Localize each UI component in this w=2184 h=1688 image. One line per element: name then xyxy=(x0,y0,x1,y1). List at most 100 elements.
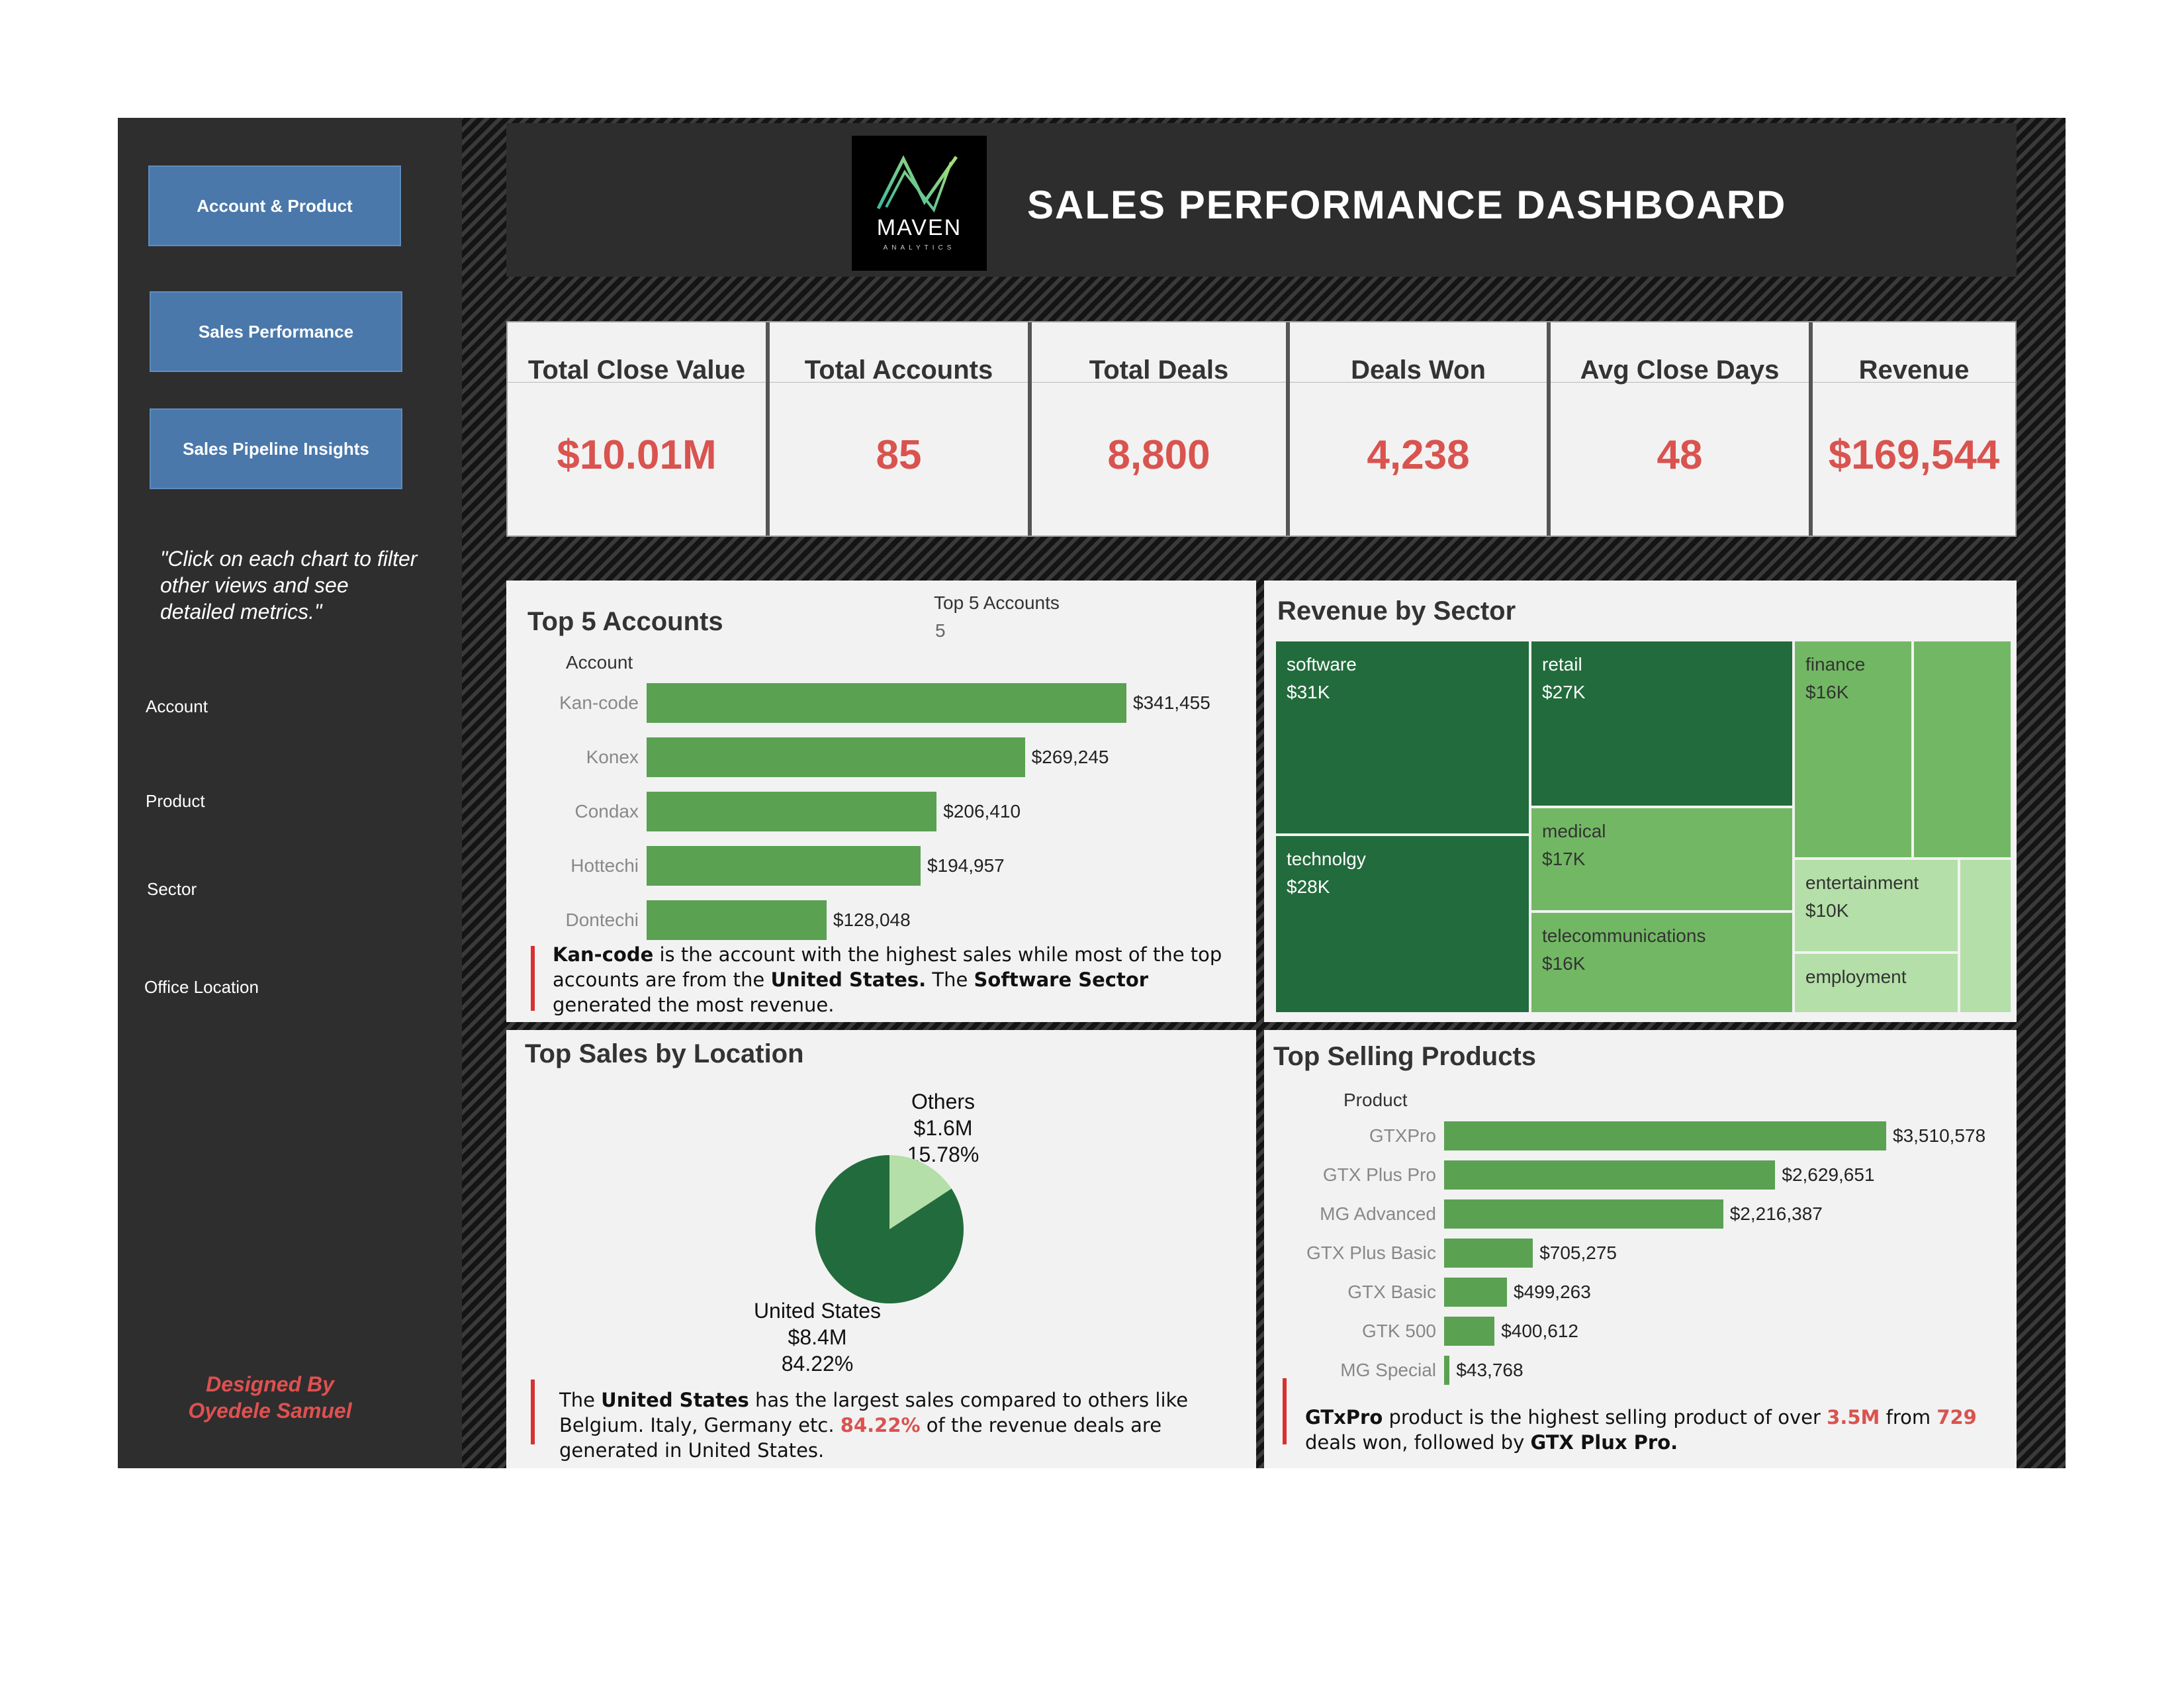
kpi-label: Total Close Value xyxy=(527,355,746,385)
bar-gtx-basic[interactable] xyxy=(1444,1278,1507,1307)
data-label-gtx-plus-basic: $705,275 xyxy=(1539,1243,1617,1263)
data-label-condax: $206,410 xyxy=(943,801,1021,821)
svg-text:MAVEN: MAVEN xyxy=(877,215,962,240)
bar-hottechi[interactable] xyxy=(647,846,921,886)
sector-treemap[interactable]: software $31K technolgy $28K retail $27K me… xyxy=(1275,640,2012,1013)
treemap-cell-telecommunications[interactable]: telecommunications $16K xyxy=(1530,912,1794,1013)
treemap-cell-software[interactable]: software $31K xyxy=(1275,640,1530,835)
kpi-label: Total Accounts xyxy=(804,355,993,385)
category-label-mg-special: MG Special xyxy=(1340,1360,1436,1380)
top-location-panel[interactable]: Top Sales by Location Others $1.6M 15.78% … xyxy=(506,1030,1256,1468)
treemap-cell-employment[interactable]: employment xyxy=(1794,953,1959,1013)
panel-title: Top 5 Accounts xyxy=(527,607,723,636)
accounts-bar-chart[interactable]: Kan-code $341,455 Konex $269,245 Condax $206,… xyxy=(506,677,1256,940)
kpi-label: Avg Close Days xyxy=(1580,355,1780,385)
bar-konex[interactable] xyxy=(647,737,1025,777)
nav-sales-pipeline-button[interactable]: Sales Pipeline Insights xyxy=(150,408,402,489)
maven-logo-icon: MAVEN ANALYTICS xyxy=(876,155,962,252)
treemap-cell-finance[interactable]: finance $16K xyxy=(1794,640,1913,859)
bar-gtk-500[interactable] xyxy=(1444,1317,1495,1346)
treemap-cell-unlabeled[interactable] xyxy=(1913,640,2012,859)
kpi-deals-won[interactable]: Deals Won 4,238 xyxy=(1290,322,1547,538)
kpi-strip: Total Close Value $10.01M Total Accounts… xyxy=(506,321,2017,537)
svg-text:ANALYTICS: ANALYTICS xyxy=(884,244,956,252)
pie-label-united-states: United States $8.4M 84.22% xyxy=(753,1299,882,1376)
filter-sector[interactable]: Sector xyxy=(147,879,197,900)
kpi-value: 48 xyxy=(1657,432,1703,478)
category-label-gtxpro: GTXPro xyxy=(1369,1125,1436,1146)
data-label-gtx-basic: $499,263 xyxy=(1514,1282,1591,1302)
kpi-total-deals[interactable]: Total Deals 8,800 xyxy=(1032,322,1286,538)
panel-title: Revenue by Sector xyxy=(1277,596,1516,626)
location-insight-text: The United States has the largest sales … xyxy=(559,1389,1189,1462)
data-label-dontechi: $128,048 xyxy=(833,910,911,930)
treemap-cell-retail[interactable]: retail $27K xyxy=(1530,640,1794,807)
data-label-konex: $269,245 xyxy=(1031,747,1109,767)
category-label-gtk-500: GTK 500 xyxy=(1361,1321,1436,1341)
category-label-gtx-basic: GTX Basic xyxy=(1347,1282,1436,1302)
filter-office-location[interactable]: Office Location xyxy=(144,977,259,998)
treemap-cell-entertainment[interactable]: entertainment $10K xyxy=(1794,859,1959,953)
category-label-konex: Konex xyxy=(586,747,639,767)
designer-line-1: Designed By xyxy=(206,1372,334,1396)
maven-logo: MAVEN ANALYTICS xyxy=(852,136,987,271)
bar-dontechi[interactable] xyxy=(647,900,827,940)
data-label-hottechi: $194,957 xyxy=(927,855,1005,876)
data-label-gtxpro: $3,510,578 xyxy=(1893,1125,1986,1146)
designer-credit: Designed By Oyedele Samuel xyxy=(118,1371,422,1424)
bar-condax[interactable] xyxy=(647,792,937,831)
kpi-value: 4,238 xyxy=(1367,432,1470,478)
data-label-mg-advanced: $2,216,387 xyxy=(1729,1203,1823,1224)
kpi-avg-close-days[interactable]: Avg Close Days 48 xyxy=(1551,322,1809,538)
axis-label: Account xyxy=(566,652,633,673)
kpi-total-close-value[interactable]: Total Close Value $10.01M xyxy=(508,322,766,538)
kpi-value: $169,544 xyxy=(1828,432,2000,478)
bar-gtxpro[interactable] xyxy=(1444,1121,1886,1150)
category-label-gtx-plus-basic: GTX Plus Basic xyxy=(1306,1243,1436,1263)
category-label-dontechi: Dontechi xyxy=(565,910,639,930)
nav-account-product-button[interactable]: Account & Product xyxy=(148,165,401,246)
insight-accent-bar xyxy=(1283,1378,1287,1444)
category-label-mg-advanced: MG Advanced xyxy=(1320,1203,1436,1224)
data-label-gtk-500: $400,612 xyxy=(1501,1321,1579,1341)
panel-title: Top Selling Products xyxy=(1273,1042,1537,1071)
kpi-value: 8,800 xyxy=(1107,432,1210,478)
bar-kan-code[interactable] xyxy=(647,683,1126,723)
products-insight-text: GTxPro product is the highest selling pr… xyxy=(1305,1406,1977,1454)
data-label-gtx-plus-pro: $2,629,651 xyxy=(1782,1164,1875,1185)
revenue-by-sector-panel[interactable]: Revenue by Sector software $31K technolgy… xyxy=(1264,581,2017,1022)
filter-hint: "Click on each chart to filter other vie… xyxy=(160,547,418,624)
products-bar-chart[interactable]: GTXPro $3,510,578 GTX Plus Pro $2,629,651 MG… xyxy=(1264,1116,2017,1394)
top-n-filter-value[interactable]: 5 xyxy=(935,620,946,641)
location-pie-chart[interactable] xyxy=(813,1153,966,1305)
accounts-insight-text: Kan-code is the account with the highest… xyxy=(553,943,1222,1016)
bar-gtx-plus-basic[interactable] xyxy=(1444,1239,1533,1268)
kpi-value: $10.01M xyxy=(557,432,717,478)
kpi-total-accounts[interactable]: Total Accounts 85 xyxy=(770,322,1028,538)
bar-mg-special[interactable] xyxy=(1444,1356,1450,1385)
treemap-cell-medical[interactable]: medical $17K xyxy=(1530,807,1794,912)
insight-accent-bar xyxy=(531,946,535,1011)
filter-product[interactable]: Product xyxy=(146,791,205,812)
insight-accent-bar xyxy=(531,1380,535,1444)
data-label-mg-special: $43,768 xyxy=(1456,1360,1524,1380)
filter-account[interactable]: Account xyxy=(146,696,208,717)
bar-mg-advanced[interactable] xyxy=(1444,1199,1723,1229)
category-label-kan-code: Kan-code xyxy=(559,692,639,713)
treemap-cell-technology[interactable]: technolgy $28K xyxy=(1275,835,1530,1013)
treemap-cell-small[interactable] xyxy=(1959,859,2012,1013)
axis-label: Product xyxy=(1343,1090,1408,1110)
nav-sales-performance-button[interactable]: Sales Performance xyxy=(150,291,402,372)
data-label-kan-code: $341,455 xyxy=(1133,692,1210,713)
kpi-revenue[interactable]: Revenue $169,544 xyxy=(1813,322,2015,538)
category-label-condax: Condax xyxy=(574,801,639,821)
top-accounts-panel[interactable]: Top 5 Accounts Top 5 Accounts 5 Account … xyxy=(506,581,1256,1022)
page-title: SALES PERFORMANCE DASHBOARD xyxy=(1027,183,1787,227)
kpi-label: Revenue xyxy=(1858,355,1970,385)
category-label-hottechi: Hottechi xyxy=(570,855,639,876)
kpi-label: Deals Won xyxy=(1351,355,1486,385)
top-n-filter-label: Top 5 Accounts xyxy=(934,592,1060,613)
category-label-gtx-plus-pro: GTX Plus Pro xyxy=(1322,1164,1436,1185)
top-products-panel[interactable]: Top Selling Products Product GTXPro $3,51… xyxy=(1264,1030,2017,1468)
bar-gtx-plus-pro[interactable] xyxy=(1444,1160,1776,1190)
